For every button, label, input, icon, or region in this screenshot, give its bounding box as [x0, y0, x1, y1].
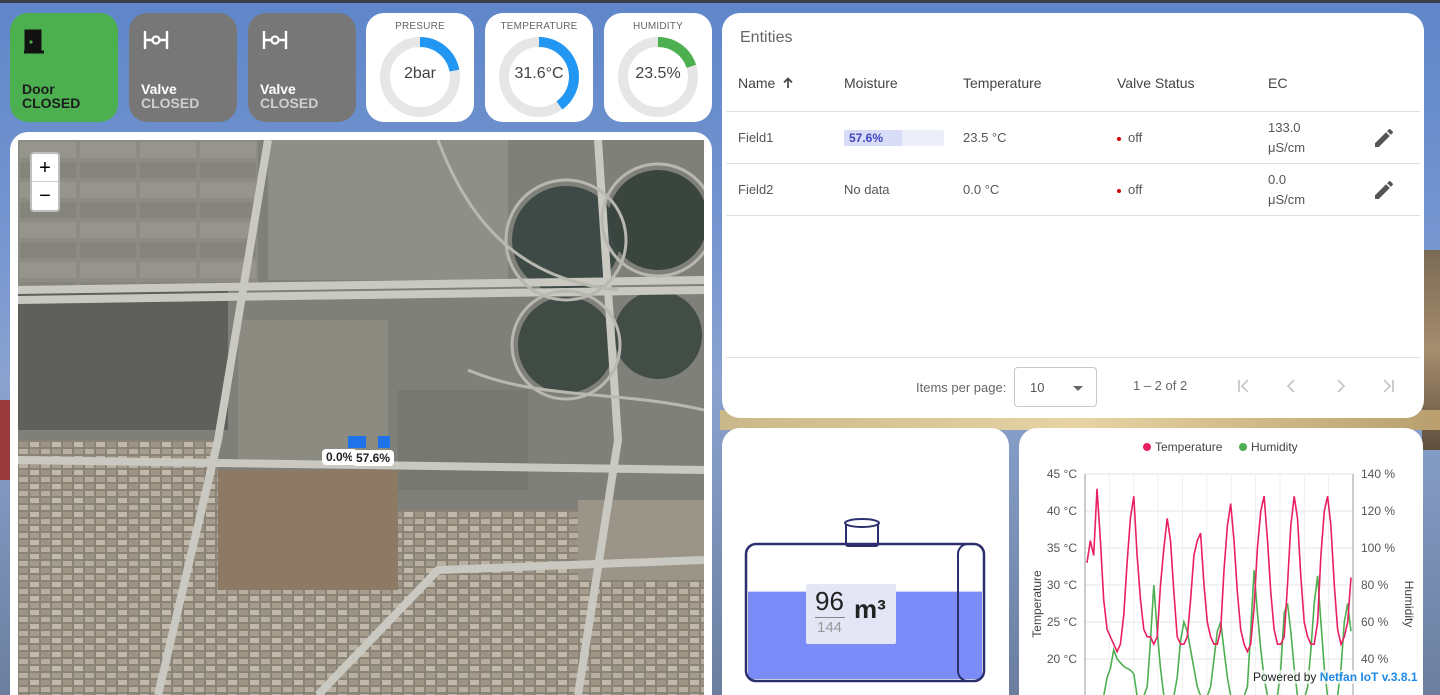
previous-page-icon[interactable]: [1284, 378, 1300, 394]
entities-card: Entities Name Moisture Temperature Valve…: [722, 13, 1424, 418]
column-header-ec[interactable]: EC: [1268, 75, 1287, 91]
door-icon: [24, 29, 44, 54]
y-tick-label-left: 20 °C: [1047, 652, 1077, 666]
tank-current-value: 96: [815, 586, 844, 616]
divider: [726, 215, 1420, 216]
moisture-value: 57.6%: [849, 131, 884, 145]
valve-icon: [262, 31, 288, 49]
y-tick-label-right: 100 %: [1361, 541, 1395, 555]
cell-name: Field1: [738, 130, 774, 145]
edit-icon[interactable]: [1372, 178, 1396, 202]
cell-name: Field2: [738, 182, 774, 197]
gauge-label: PRESURE: [395, 21, 445, 32]
valve-status-text: off: [1128, 182, 1143, 197]
tank-card: 96 144 m³: [722, 428, 1009, 695]
top-border: [0, 0, 1440, 3]
tank-unit: m³: [854, 594, 886, 624]
table-row[interactable]: Field2 No data 0.0 °C off 0.0 μS/cm: [722, 164, 1424, 216]
tank-value-box: 96 144 m³: [806, 584, 896, 644]
gauge-value: 23.5%: [635, 65, 681, 82]
map-imagery: [18, 140, 704, 695]
satellite-map[interactable]: 0.0% 57.6%: [18, 140, 704, 695]
y-axis-label-left: Temperature: [1030, 570, 1044, 638]
temperature-gauge: TEMPERATURE 31.6°C: [485, 13, 593, 122]
valve-tile-2[interactable]: Valve CLOSED: [248, 13, 356, 122]
status-dot: [1117, 188, 1121, 193]
y-tick-label-right: 60 %: [1361, 615, 1389, 629]
door-tile[interactable]: Door CLOSED: [10, 13, 118, 122]
valve-tile-status: CLOSED: [260, 95, 319, 111]
divider: [726, 357, 1420, 358]
cell-ec-value: 133.0: [1268, 120, 1301, 135]
items-per-page-label: Items per page:: [916, 380, 1007, 395]
valve-status-text: off: [1128, 130, 1143, 145]
table-row[interactable]: Field1 57.6% 23.5 °C off 133.0 μS/cm: [722, 112, 1424, 164]
column-header-name[interactable]: Name: [738, 75, 794, 91]
next-page-icon[interactable]: [1332, 378, 1348, 394]
column-header-moisture[interactable]: Moisture: [844, 75, 898, 91]
zoom-in-button[interactable]: +: [32, 154, 58, 182]
valve-tile-status: CLOSED: [141, 95, 200, 111]
fraction-line: [815, 617, 845, 618]
valve-tile-1[interactable]: Valve CLOSED: [129, 13, 237, 122]
page-range: 1 – 2 of 2: [1133, 378, 1188, 393]
y-axis-label-right: Humidity: [1402, 581, 1416, 628]
y-tick-label-left: 45 °C: [1047, 467, 1077, 481]
column-header-label: Name: [738, 75, 776, 91]
y-tick-label-left: 25 °C: [1047, 615, 1077, 629]
door-tile-status: CLOSED: [22, 95, 81, 111]
y-tick-label-left: 30 °C: [1047, 578, 1077, 592]
valve-icon: [143, 31, 169, 49]
gauge-label: HUMIDITY: [633, 21, 683, 32]
line-chart: 45 °C 40 °C 35 °C 30 °C 25 °C 20 °C 140 % 120 %…: [1030, 467, 1416, 695]
column-header-temperature[interactable]: Temperature: [963, 75, 1042, 91]
items-per-page-value: 10: [1030, 380, 1045, 395]
y-tick-label-right: 140 %: [1361, 467, 1395, 481]
gauge-value: 2bar: [403, 65, 437, 82]
pressure-gauge: PRESURE 2bar: [366, 13, 474, 122]
cell-valve-status: off: [1117, 130, 1142, 145]
y-tick-label-left: 40 °C: [1047, 504, 1077, 518]
tank-max-value: 144: [817, 619, 843, 636]
last-page-icon[interactable]: [1380, 378, 1396, 394]
y-tick-label-right: 120 %: [1361, 504, 1395, 518]
cell-temperature: 0.0 °C: [963, 182, 1000, 197]
powered-by-prefix: Powered by: [1253, 670, 1317, 684]
powered-by-brand[interactable]: Netfan IoT v.3.8.1: [1320, 670, 1418, 684]
moisture-bar: 57.6%: [844, 130, 944, 146]
first-page-icon[interactable]: [1236, 378, 1252, 394]
items-per-page-select[interactable]: 10: [1014, 367, 1097, 407]
gauge-label: TEMPERATURE: [500, 21, 578, 32]
arrow-up-icon: [783, 77, 793, 88]
column-header-valve-status[interactable]: Valve Status: [1117, 75, 1195, 91]
y-tick-label-right: 40 %: [1361, 652, 1389, 666]
edit-icon[interactable]: [1372, 126, 1396, 150]
cell-ec-value: 0.0: [1268, 172, 1287, 187]
chart-card: Temperature Humidity 45 °C 40 °C 35 °C 30 °…: [1019, 428, 1423, 695]
tank-graphic: [744, 518, 986, 683]
powered-by: Powered by Netfan IoT v.3.8.1: [1253, 670, 1418, 684]
chevron-down-icon: [1073, 386, 1083, 391]
zoom-out-button[interactable]: −: [32, 182, 58, 210]
y-tick-label-right: 80 %: [1361, 578, 1389, 592]
y-tick-label-left: 35 °C: [1047, 541, 1077, 555]
cell-moisture: No data: [844, 182, 890, 197]
map-marker-label[interactable]: 57.6%: [352, 450, 395, 466]
humidity-gauge: HUMIDITY 23.5%: [604, 13, 712, 122]
gauge-value: 31.6°C: [514, 65, 564, 82]
cell-valve-status: off: [1117, 182, 1142, 197]
cell-ec-unit: μS/cm: [1268, 192, 1306, 207]
map-card: 0.0% 57.6% + −: [10, 132, 712, 695]
zoom-control: + −: [30, 152, 60, 212]
cell-ec-unit: μS/cm: [1268, 140, 1306, 155]
status-dot: [1117, 136, 1121, 141]
entities-title: Entities: [740, 29, 793, 46]
cell-temperature: 23.5 °C: [963, 130, 1007, 145]
